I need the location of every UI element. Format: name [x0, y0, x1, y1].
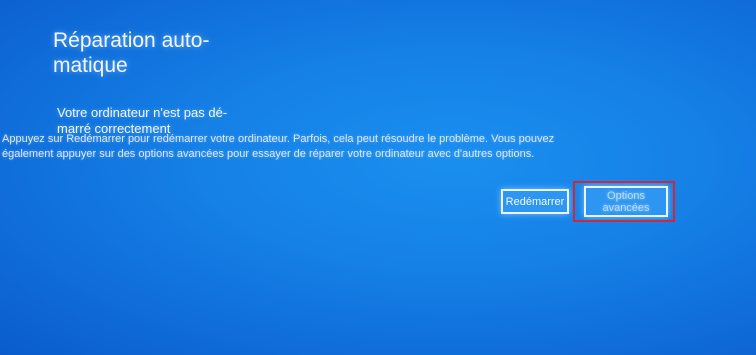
advanced-options-label-line-2: avancées [602, 201, 650, 214]
restart-button[interactable]: Redémarrer [501, 189, 569, 214]
page-title: Réparation auto- matique [53, 29, 210, 77]
advanced-options-button[interactable]: Options avancées [584, 186, 668, 217]
restart-button-label: Redémarrer [505, 195, 565, 208]
description-text: Appuyez sur Redémarrer pour redémarrer v… [2, 132, 642, 162]
advanced-options-label-line-1: Options [607, 189, 645, 202]
description-line-1: Appuyez sur Redémarrer pour redémarrer v… [2, 133, 555, 145]
description-line-2: également appuyer sur des options avancé… [2, 148, 535, 160]
